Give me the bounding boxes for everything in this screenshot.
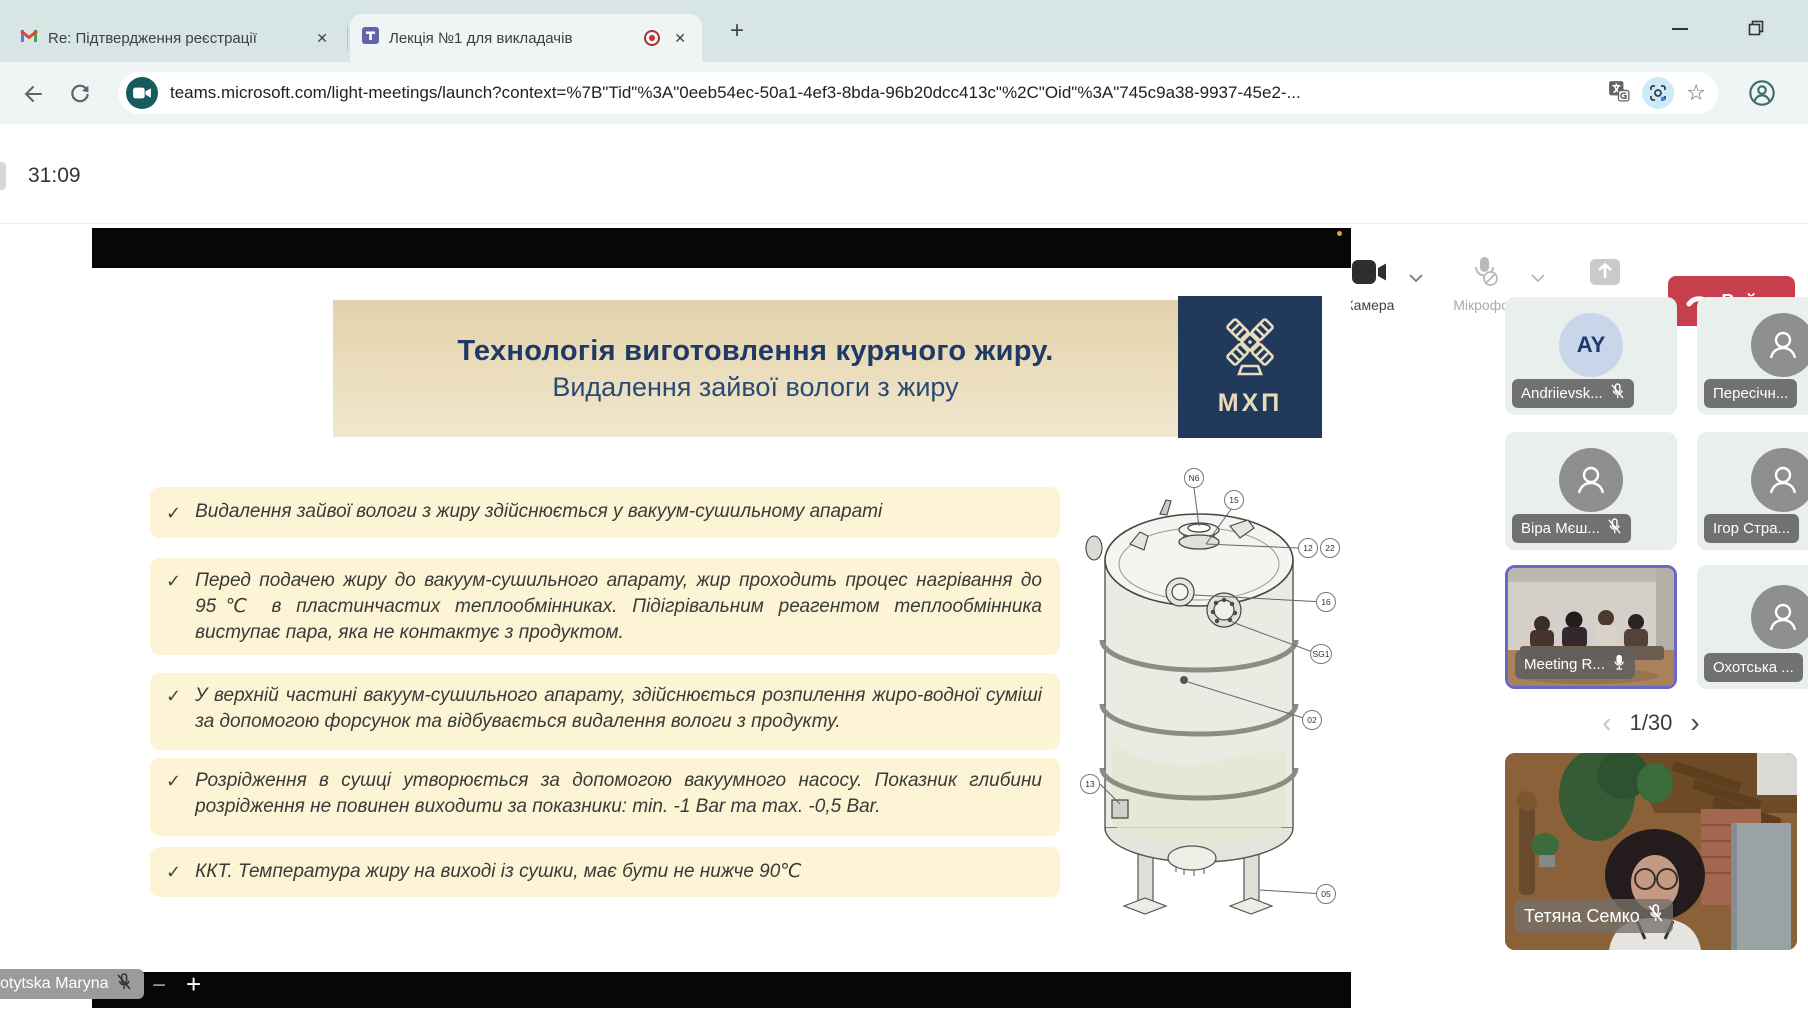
- callout-label: 16: [1316, 592, 1336, 612]
- spotlight-video-tile[interactable]: Тетяна Семко: [1505, 753, 1797, 950]
- meeting-timer: 31:09: [28, 164, 81, 188]
- zoom-in-button[interactable]: +: [186, 971, 201, 997]
- browser-profile-icon[interactable]: [1748, 79, 1776, 112]
- participant-tile-active-speaker[interactable]: Meeting R...: [1505, 565, 1677, 689]
- slide-bullet: ✓ Видалення зайвої вологи з жиру здійсню…: [150, 487, 1060, 538]
- camera-in-use-icon[interactable]: [126, 77, 158, 109]
- clipped-indicator: [0, 162, 6, 190]
- mic-muted-icon: [116, 973, 132, 996]
- close-tab-icon[interactable]: ✕: [312, 28, 332, 49]
- teams-icon: [362, 27, 379, 49]
- check-icon: ✓: [166, 500, 181, 526]
- camera-options-chevron-icon[interactable]: [1408, 270, 1424, 288]
- participants-pager: ‹ 1/30 ›: [1505, 703, 1797, 743]
- slide-bullet: ✓ У верхній частині вакуум-сушильного ап…: [150, 673, 1060, 750]
- participant-name: Ігор Стра...: [1713, 520, 1790, 537]
- mic-muted-icon: [1647, 904, 1664, 928]
- windmill-icon: [1217, 316, 1283, 385]
- browser-address-row: teams.microsoft.com/light-meetings/launc…: [0, 62, 1808, 124]
- participant-tile[interactable]: Ігор Стра...: [1697, 432, 1808, 550]
- check-icon: ✓: [166, 568, 181, 594]
- pager-prev-icon[interactable]: ‹: [1602, 709, 1611, 737]
- tab-title: Re: Підтвердження реєстрації: [48, 30, 302, 47]
- presenter-name-pill: otytska Maryna: [0, 969, 144, 999]
- pointer-dot: [1337, 231, 1342, 236]
- browser-tab-bar: Re: Підтвердження реєстрації ✕ Лекція №1…: [0, 0, 1808, 62]
- participant-tile[interactable]: Пересічн...: [1697, 297, 1808, 415]
- logo-text: МХП: [1218, 389, 1282, 418]
- slide-subtitle: Видалення зайвої вологи з жиру: [552, 372, 958, 403]
- avatar: [1751, 448, 1808, 512]
- gmail-icon: [20, 28, 38, 48]
- tab-title: Лекція №1 для викладачів: [389, 30, 634, 47]
- bookmark-star-icon[interactable]: ☆: [1686, 82, 1706, 104]
- slide-letterbox-top: [92, 228, 1351, 268]
- mic-on-icon: [1612, 654, 1626, 675]
- recording-indicator-icon: [644, 30, 660, 46]
- camera-on-icon: [1352, 256, 1388, 288]
- slide-letterbox-bottom: [92, 972, 1351, 1008]
- callout-label: SG1: [1310, 644, 1332, 664]
- meeting-toolbar: 31:09 Почати: [0, 124, 1808, 224]
- url-text[interactable]: teams.microsoft.com/light-meetings/launc…: [170, 83, 1596, 103]
- address-bar[interactable]: teams.microsoft.com/light-meetings/launc…: [118, 72, 1718, 114]
- participant-name: Віра Мєш...: [1521, 520, 1600, 537]
- mic-muted-icon: [1470, 256, 1500, 288]
- reload-icon[interactable]: [66, 80, 94, 108]
- pager-position: 1/30: [1630, 710, 1673, 736]
- callout-label: N6: [1184, 468, 1204, 488]
- avatar: [1751, 313, 1808, 377]
- check-icon: ✓: [166, 859, 181, 885]
- tab-gmail[interactable]: Re: Підтвердження реєстрації ✕: [8, 14, 344, 62]
- callout-label: 05: [1316, 884, 1336, 904]
- callout-label: 15: [1224, 490, 1244, 510]
- slide-title-banner: Технологія виготовлення курячого жиру. В…: [333, 300, 1178, 437]
- participant-name: Тетяна Семко: [1524, 906, 1640, 927]
- callout-label: 02: [1302, 710, 1322, 730]
- translate-icon[interactable]: [1608, 80, 1630, 107]
- mhp-logo: МХП: [1178, 296, 1322, 438]
- tab-teams-meeting[interactable]: Лекція №1 для викладачів ✕: [350, 14, 702, 62]
- slide-bullet: ✓ Розрідження в сушці утворюється за доп…: [150, 758, 1060, 836]
- participant-name: Andriievsk...: [1521, 385, 1603, 402]
- callout-label: 22: [1320, 538, 1340, 558]
- avatar: [1751, 585, 1808, 649]
- tab-divider: [347, 26, 348, 50]
- window-restore-button[interactable]: [1748, 20, 1764, 41]
- zoom-out-button[interactable]: −: [152, 974, 166, 998]
- check-icon: ✓: [166, 768, 181, 794]
- avatar: AY: [1559, 313, 1623, 377]
- new-tab-button[interactable]: +: [722, 16, 752, 46]
- slide-title: Технологія виготовлення курячого жиру.: [457, 335, 1053, 368]
- lens-search-icon[interactable]: [1642, 77, 1674, 109]
- share-screen-icon: [1587, 256, 1623, 288]
- mic-options-chevron-icon[interactable]: [1530, 270, 1546, 288]
- participant-tile[interactable]: Віра Мєш...: [1505, 432, 1677, 550]
- pager-next-icon[interactable]: ›: [1690, 709, 1699, 737]
- presenter-name: otytska Maryna: [0, 975, 108, 993]
- participant-name: Пересічн...: [1713, 385, 1788, 402]
- slide-bullet: ✓ ККТ. Температура жиру на виході із суш…: [150, 847, 1060, 897]
- mic-muted-icon: [1610, 383, 1625, 404]
- callout-label: 12: [1298, 538, 1318, 558]
- app-window: Re: Підтвердження реєстрації ✕ Лекція №1…: [0, 0, 1808, 1017]
- close-tab-icon[interactable]: ✕: [670, 28, 690, 49]
- vacuum-dryer-diagram: N6 15 12 22 16 SG1 02 13 05: [1072, 452, 1348, 928]
- avatar: [1559, 448, 1623, 512]
- participant-tile[interactable]: AY Andriievsk...: [1505, 297, 1677, 415]
- participant-tile[interactable]: Охотська ...: [1697, 565, 1808, 689]
- participant-name: Охотська ...: [1713, 659, 1794, 676]
- participant-name: Meeting R...: [1524, 656, 1605, 673]
- mic-muted-icon: [1607, 518, 1622, 539]
- back-icon[interactable]: [18, 80, 46, 108]
- callout-label: 13: [1080, 774, 1100, 794]
- slide-bullet: ✓ Перед подачею жиру до вакуум-сушильног…: [150, 558, 1060, 655]
- check-icon: ✓: [166, 683, 181, 709]
- window-minimize-button[interactable]: [1672, 28, 1688, 30]
